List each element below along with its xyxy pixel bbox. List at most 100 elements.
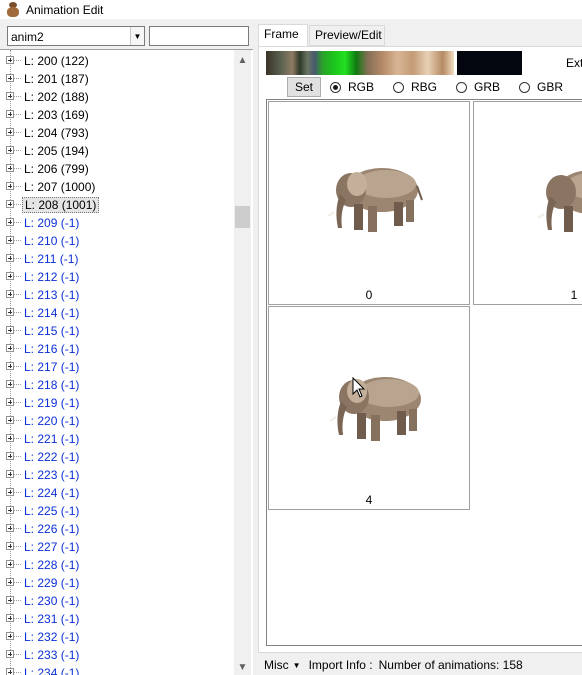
tree-item[interactable]: L: 221 (-1) <box>0 430 234 448</box>
expand-plus-icon[interactable] <box>6 290 14 298</box>
tree-item[interactable]: L: 204 (793) <box>0 124 234 142</box>
expand-plus-icon[interactable] <box>6 398 14 406</box>
animation-tree[interactable]: L: 200 (122) L: 201 (187) L: 202 (188) L: 2… <box>0 49 253 675</box>
tree-item[interactable]: L: 201 (187) <box>0 70 234 88</box>
tree-item[interactable]: L: 212 (-1) <box>0 268 234 286</box>
expand-plus-icon[interactable] <box>6 182 14 190</box>
tree-item[interactable]: L: 200 (122) <box>0 52 234 70</box>
tree-item[interactable]: L: 217 (-1) <box>0 358 234 376</box>
expand-plus-icon[interactable] <box>6 470 14 478</box>
radio-circle[interactable] <box>456 81 467 93</box>
tree-item[interactable]: L: 231 (-1) <box>0 610 234 628</box>
expand-plus-icon[interactable] <box>6 344 14 352</box>
tree-item[interactable]: L: 219 (-1) <box>0 394 234 412</box>
tree-item[interactable]: L: 233 (-1) <box>0 646 234 664</box>
expand-plus-icon[interactable] <box>6 272 14 280</box>
tree-item[interactable]: L: 208 (1001) <box>0 196 234 214</box>
tree-item[interactable]: L: 211 (-1) <box>0 250 234 268</box>
tree-item[interactable]: L: 229 (-1) <box>0 574 234 592</box>
tree-item[interactable]: L: 226 (-1) <box>0 520 234 538</box>
color-swatch-dark[interactable] <box>457 51 522 75</box>
expand-plus-icon[interactable] <box>6 308 14 316</box>
expand-plus-icon[interactable] <box>6 668 14 675</box>
radio-circle[interactable] <box>330 81 341 93</box>
scroll-down-icon[interactable]: ▼ <box>234 659 251 675</box>
misc-menu[interactable]: Misc <box>264 658 289 672</box>
tree-scrollbar[interactable]: ▲ ▼ <box>234 50 251 675</box>
expand-plus-icon[interactable] <box>6 614 14 622</box>
expand-plus-icon[interactable] <box>6 164 14 172</box>
chevron-down-icon[interactable]: ▼ <box>130 27 144 45</box>
frame-tile-0[interactable]: 0 <box>268 101 470 305</box>
tree-item[interactable]: L: 210 (-1) <box>0 232 234 250</box>
expand-plus-icon[interactable] <box>6 542 14 550</box>
tree-item[interactable]: L: 224 (-1) <box>0 484 234 502</box>
tree-item[interactable]: L: 222 (-1) <box>0 448 234 466</box>
tree-connector <box>14 654 21 655</box>
tree-item[interactable]: L: 207 (1000) <box>0 178 234 196</box>
radio-gbr[interactable]: GBR <box>519 79 563 95</box>
expand-plus-icon[interactable] <box>6 110 14 118</box>
frame-tile-4[interactable]: 4 <box>268 306 470 510</box>
tree-item[interactable]: L: 225 (-1) <box>0 502 234 520</box>
scroll-thumb[interactable] <box>235 206 250 228</box>
expand-plus-icon[interactable] <box>6 632 14 640</box>
tree-item[interactable]: L: 216 (-1) <box>0 340 234 358</box>
expand-plus-icon[interactable] <box>6 488 14 496</box>
expand-plus-icon[interactable] <box>6 434 14 442</box>
set-button[interactable]: Set <box>287 77 321 97</box>
expand-plus-icon[interactable] <box>6 362 14 370</box>
expand-plus-icon[interactable] <box>6 128 14 136</box>
frame-tile-1[interactable]: 1 <box>473 101 582 305</box>
tree-item[interactable]: L: 215 (-1) <box>0 322 234 340</box>
tree-item-label: L: 220 (-1) <box>24 414 80 428</box>
expand-plus-icon[interactable] <box>6 380 14 388</box>
tree-item[interactable]: L: 223 (-1) <box>0 466 234 484</box>
expand-plus-icon[interactable] <box>6 326 14 334</box>
expand-plus-icon[interactable] <box>6 74 14 82</box>
expand-plus-icon[interactable] <box>6 254 14 262</box>
expand-plus-icon[interactable] <box>6 416 14 424</box>
radio-rbg[interactable]: RBG <box>393 79 437 95</box>
tree-item[interactable]: L: 202 (188) <box>0 88 234 106</box>
expand-plus-icon[interactable] <box>6 650 14 658</box>
tree-item[interactable]: L: 209 (-1) <box>0 214 234 232</box>
misc-dropdown-icon[interactable]: ▼ <box>293 661 301 670</box>
tree-item[interactable]: L: 228 (-1) <box>0 556 234 574</box>
tree-item[interactable]: L: 218 (-1) <box>0 376 234 394</box>
tree-item[interactable]: L: 205 (194) <box>0 142 234 160</box>
expand-plus-icon[interactable] <box>6 596 14 604</box>
radio-grb[interactable]: GRB <box>456 79 500 95</box>
tree-item[interactable]: L: 232 (-1) <box>0 628 234 646</box>
expand-plus-icon[interactable] <box>6 200 14 208</box>
expand-plus-icon[interactable] <box>6 218 14 226</box>
scroll-up-icon[interactable]: ▲ <box>234 52 251 69</box>
tree-item[interactable]: L: 206 (799) <box>0 160 234 178</box>
tree-item[interactable]: L: 227 (-1) <box>0 538 234 556</box>
tab-preview-edit[interactable]: Preview/Edit <box>309 25 385 46</box>
expand-plus-icon[interactable] <box>6 92 14 100</box>
radio-circle[interactable] <box>519 81 530 93</box>
radio-circle[interactable] <box>393 81 404 93</box>
tree-item[interactable]: L: 220 (-1) <box>0 412 234 430</box>
radio-rgb[interactable]: RGB <box>330 79 374 95</box>
tree-item[interactable]: L: 234 (-1) <box>0 664 234 675</box>
color-palette-strip[interactable] <box>266 51 454 75</box>
expand-plus-icon[interactable] <box>6 560 14 568</box>
tree-item[interactable]: L: 203 (169) <box>0 106 234 124</box>
tree-item[interactable]: L: 214 (-1) <box>0 304 234 322</box>
tree-connector <box>14 366 21 367</box>
expand-plus-icon[interactable] <box>6 56 14 64</box>
expand-plus-icon[interactable] <box>6 524 14 532</box>
tree-item[interactable]: L: 230 (-1) <box>0 592 234 610</box>
tab-frame[interactable]: Frame <box>258 24 308 46</box>
expand-plus-icon[interactable] <box>6 146 14 154</box>
expand-plus-icon[interactable] <box>6 236 14 244</box>
filter-input[interactable] <box>149 26 249 46</box>
tree-item[interactable]: L: 213 (-1) <box>0 286 234 304</box>
expand-plus-icon[interactable] <box>6 452 14 460</box>
frames-area[interactable]: 0 1 4 <box>266 99 582 646</box>
expand-plus-icon[interactable] <box>6 506 14 514</box>
expand-plus-icon[interactable] <box>6 578 14 586</box>
animation-combo[interactable]: anim2 ▼ <box>7 26 145 46</box>
